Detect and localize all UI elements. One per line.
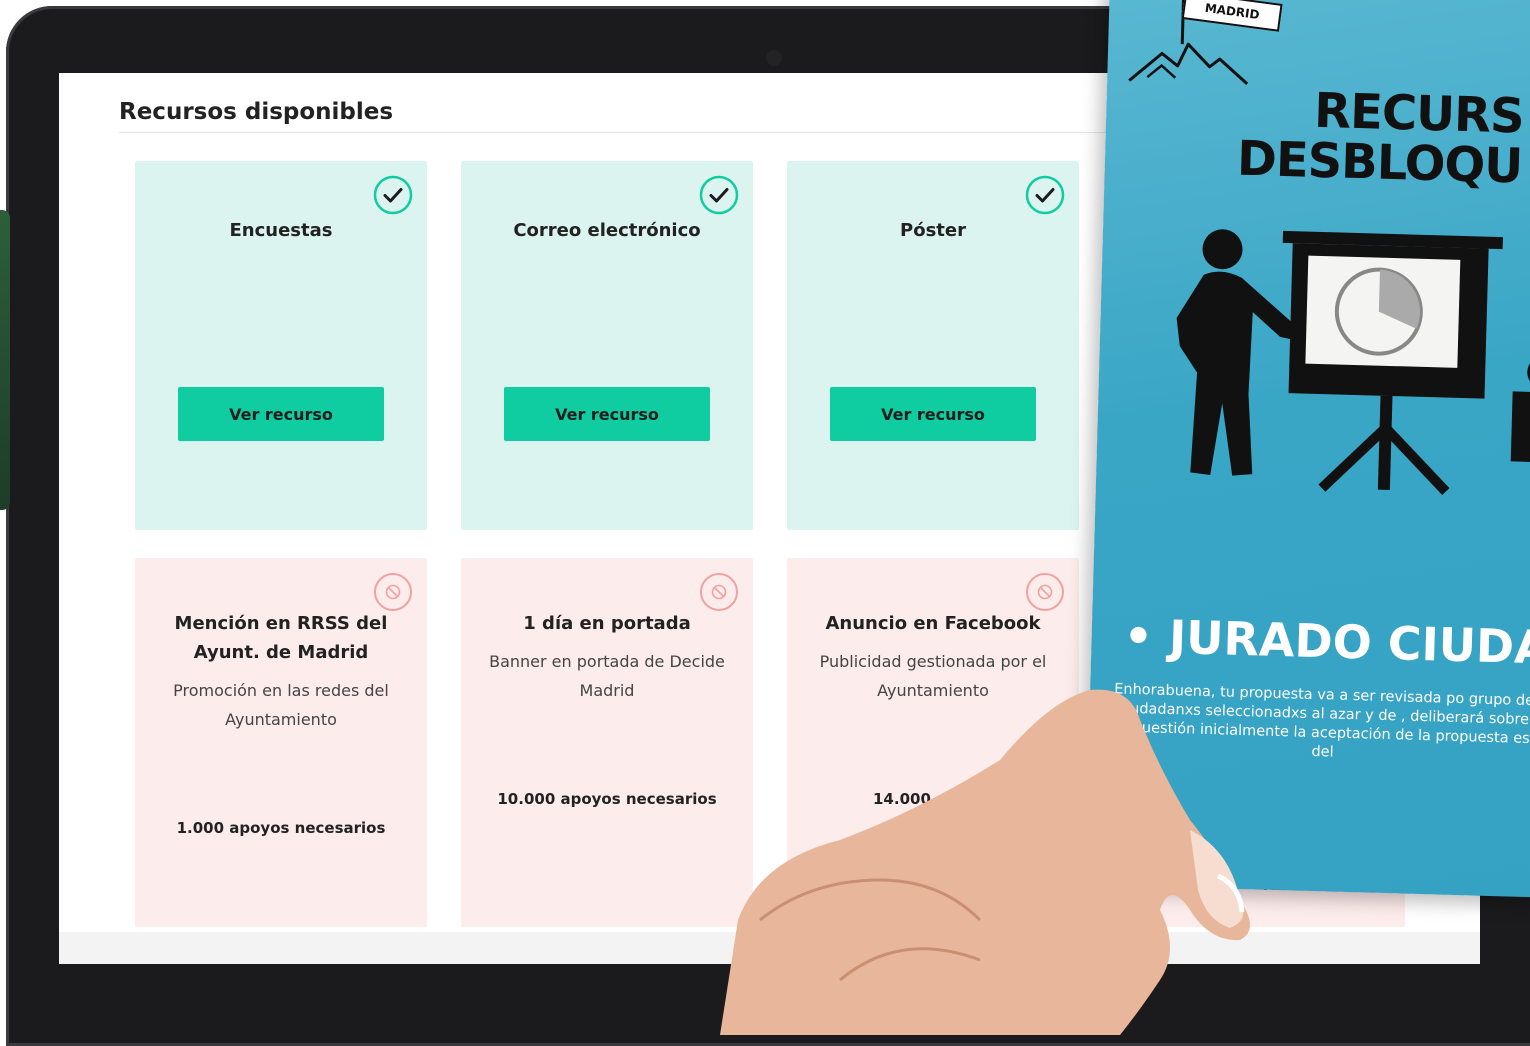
plant-decoration [0, 210, 10, 510]
section-title: Recursos disponibles [119, 99, 394, 125]
blocked-circle-icon [374, 573, 412, 611]
card-title: Encuestas [229, 220, 333, 241]
locked-card-portada: 1 día en portada Banner en portada de De… [461, 558, 753, 927]
card-description: Promoción en las redes del Ayuntamiento [173, 681, 389, 729]
locked-card-rrss: Mención en RRSS del Ayunt. de Madrid Pro… [135, 558, 427, 927]
card-description: Banner en portada de Decide Madrid [489, 652, 725, 700]
resource-card-encuestas: Encuestas Ver recurso [135, 161, 427, 530]
view-resource-button[interactable]: Ver recurso [504, 387, 710, 441]
hand-image [720, 689, 1250, 1035]
card-title: 1 día en portada [523, 613, 691, 634]
check-circle-icon [1025, 175, 1065, 215]
view-resource-button[interactable]: Ver recurso [830, 387, 1036, 441]
presenter-illustration [1176, 229, 1530, 496]
card-title: Póster [900, 220, 966, 241]
poster-heading: RECURS DESBLOQU [1236, 82, 1525, 195]
card-title: Correo electrónico [513, 220, 701, 241]
support-requirement: 10.000 apoyos necesarios [497, 790, 717, 808]
card-title: Anuncio en Facebook [825, 613, 1041, 634]
check-circle-icon [699, 175, 739, 215]
title-divider [119, 132, 1219, 133]
check-circle-icon [373, 175, 413, 215]
blocked-circle-icon [1026, 573, 1064, 611]
resource-card-correo: Correo electrónico Ver recurso [461, 161, 753, 530]
card-title: Mención en RRSS del Ayunt. de Madrid [174, 613, 388, 663]
camera-icon [766, 50, 782, 66]
support-requirement: 1.000 apoyos necesarios [176, 819, 386, 837]
view-resource-button[interactable]: Ver recurso [178, 387, 384, 441]
resource-card-poster: Póster Ver recurso [787, 161, 1079, 530]
poster-subheading: • JURADO CIUDA [1122, 608, 1530, 675]
blocked-circle-icon [700, 573, 738, 611]
